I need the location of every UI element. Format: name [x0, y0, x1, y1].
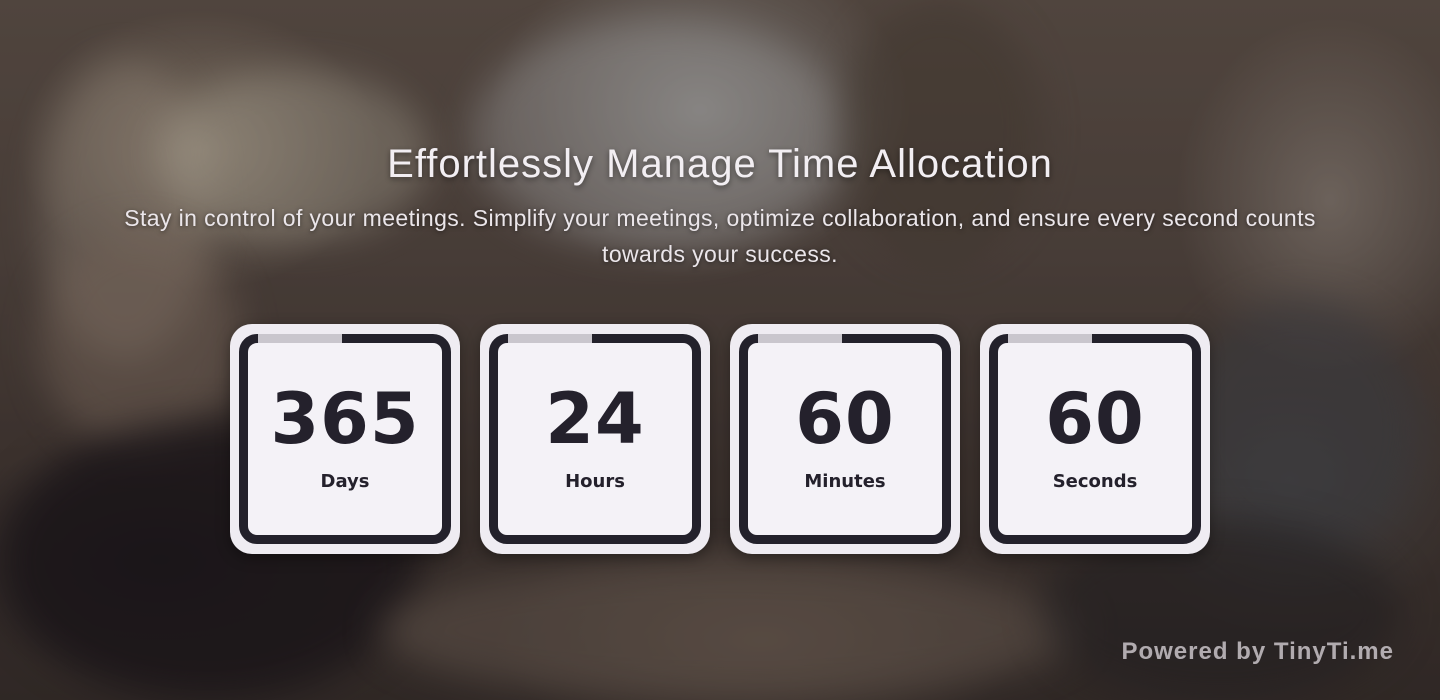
page-title: Effortlessly Manage Time Allocation — [387, 142, 1053, 186]
counter-tab — [258, 334, 342, 343]
countdown-counters: 365 Days 24 Hours 60 Minutes 60 Seconds — [230, 324, 1210, 554]
counter-label: Minutes — [804, 471, 886, 492]
counter-frame: 60 Seconds — [989, 334, 1201, 544]
counter-label: Seconds — [1052, 471, 1138, 492]
counter-frame: 60 Minutes — [739, 334, 951, 544]
hero-section: Effortlessly Manage Time Allocation Stay… — [100, 138, 1340, 272]
counter-days: 365 Days — [230, 324, 460, 554]
counter-seconds: 60 Seconds — [980, 324, 1210, 554]
counter-value: 24 — [545, 378, 645, 460]
powered-by-link[interactable]: Powered by TinyTi.me — [1121, 638, 1394, 666]
counter-hours: 24 Hours — [480, 324, 710, 554]
counter-minutes: 60 Minutes — [730, 324, 960, 554]
page-subtitle: Stay in control of your meetings. Simpli… — [124, 205, 1316, 267]
counter-label: Hours — [565, 471, 625, 492]
counter-tab — [508, 334, 592, 343]
counter-value: 60 — [1045, 378, 1145, 460]
counter-label: Days — [320, 471, 370, 492]
counter-tab — [758, 334, 842, 343]
counter-tab — [1008, 334, 1092, 343]
counter-value: 365 — [270, 378, 420, 460]
counter-frame: 365 Days — [239, 334, 451, 544]
counter-value: 60 — [795, 378, 895, 460]
counter-frame: 24 Hours — [489, 334, 701, 544]
